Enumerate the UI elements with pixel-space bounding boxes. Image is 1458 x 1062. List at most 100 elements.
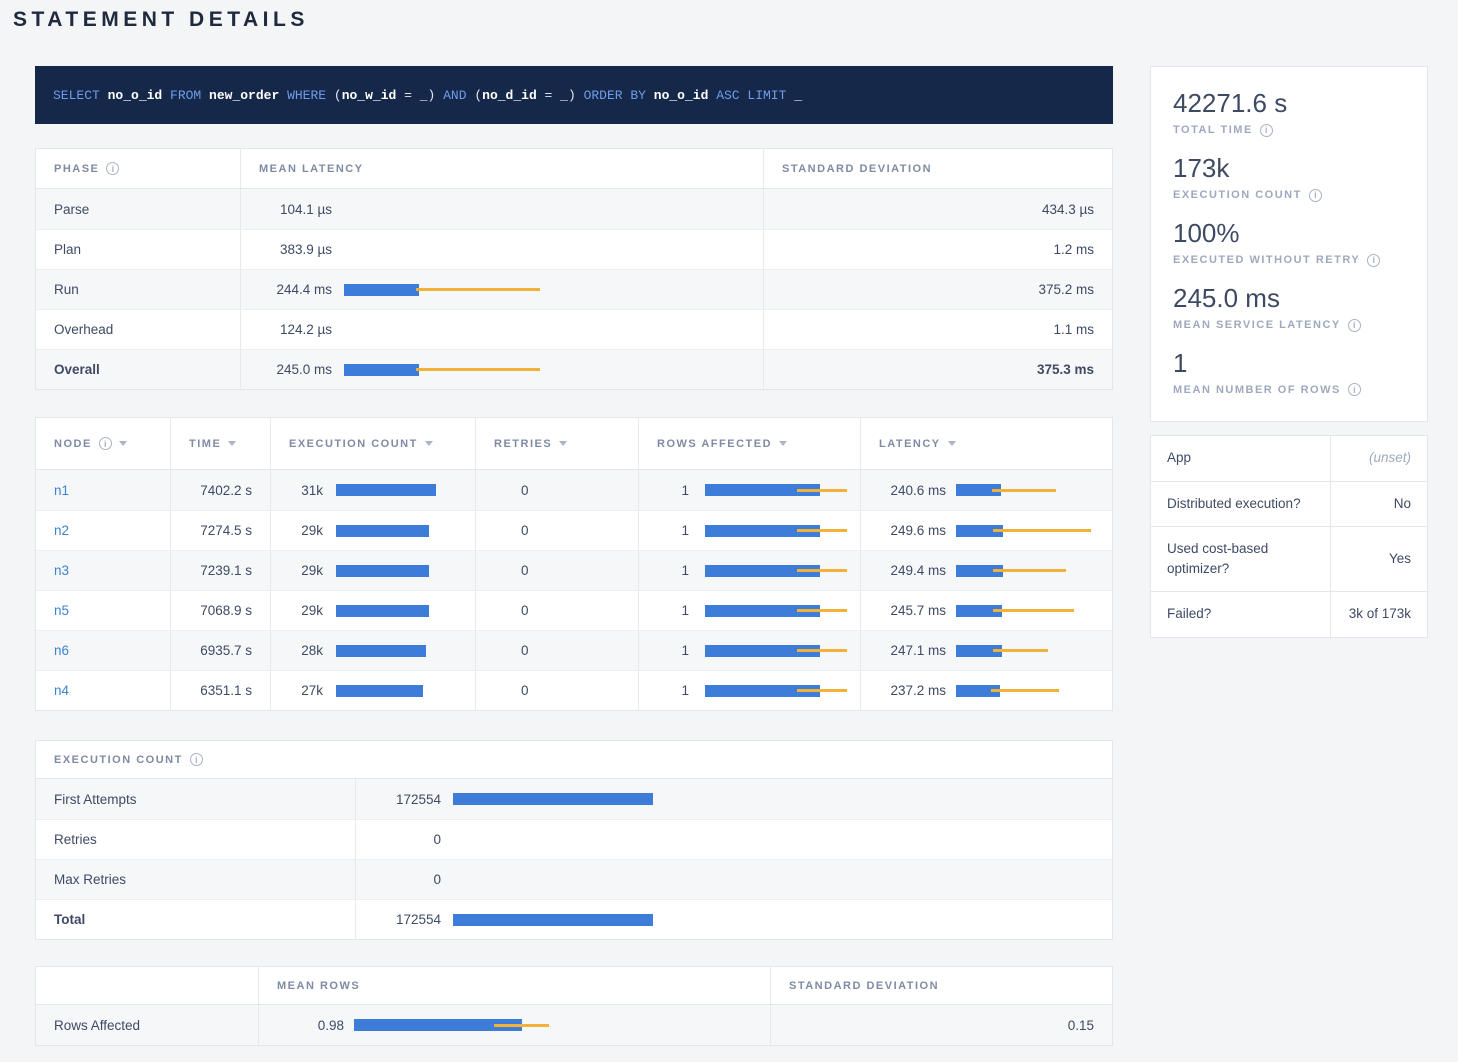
- time-column-header[interactable]: TIME: [171, 418, 271, 469]
- stddev-whisker: [993, 569, 1066, 572]
- latency-column-header[interactable]: LATENCY: [861, 418, 1112, 469]
- rows-affected-value: 1: [639, 483, 689, 498]
- std-deviation-value: 0.15: [771, 1005, 1112, 1045]
- node-link[interactable]: n1: [54, 483, 69, 498]
- latency-bar: [956, 685, 1094, 697]
- latency-bar: [956, 484, 1094, 496]
- sql-identifier: no_d_id: [482, 88, 537, 103]
- page-title: STATEMENT DETAILS: [13, 8, 309, 32]
- stddev-whisker: [993, 649, 1048, 652]
- std-header-label: STANDARD DEVIATION: [782, 163, 932, 175]
- info-icon[interactable]: i: [1367, 254, 1380, 267]
- stddev-whisker: [416, 368, 540, 371]
- std-deviation-value: 375.3 ms: [764, 350, 1112, 389]
- stat-mean-number-of-rows: 1 MEAN NUMBER OF ROWSi: [1173, 349, 1405, 397]
- sql-keyword: ASC LIMIT: [716, 88, 794, 103]
- node-row: n1 7402.2 s 31k 0 1 240.6 ms: [36, 470, 1112, 510]
- latency-bar: [956, 605, 1094, 617]
- std-deviation-value: 1.2 ms: [764, 230, 1112, 269]
- phase-name: Plan: [36, 230, 241, 269]
- node-link[interactable]: n5: [54, 603, 69, 618]
- node-column-header[interactable]: NODEi: [36, 418, 171, 469]
- stat-label: EXECUTION COUNT: [1173, 189, 1302, 201]
- stddev-whisker: [993, 529, 1091, 532]
- mean-bar: [336, 484, 436, 496]
- info-icon[interactable]: i: [1309, 189, 1322, 202]
- sql-keyword: SELECT: [53, 88, 108, 103]
- row-label: Rows Affected: [36, 1005, 259, 1045]
- stat-label: TOTAL TIME: [1173, 124, 1253, 136]
- execution-count-value: 29k: [271, 603, 323, 618]
- execution-count-row: First Attempts 172554: [36, 779, 1112, 819]
- stddev-whisker: [797, 489, 847, 492]
- execution-count-row: Retries 0: [36, 819, 1112, 859]
- row-label: Retries: [36, 820, 356, 859]
- info-icon[interactable]: i: [190, 753, 203, 766]
- sql-punctuation: = _): [396, 88, 443, 103]
- sql-keyword: AND: [443, 88, 474, 103]
- detail-value: No: [1331, 482, 1427, 526]
- phase-name: Overall: [36, 350, 241, 389]
- stddev-whisker: [797, 649, 847, 652]
- mean-rows-header-label: MEAN ROWS: [277, 980, 360, 992]
- retries-header-label: RETRIES: [494, 438, 552, 450]
- sql-identifier: new_order: [209, 88, 287, 103]
- row-label: First Attempts: [36, 779, 356, 819]
- mean-rows-column-header: MEAN ROWS: [259, 967, 771, 1004]
- node-link[interactable]: n6: [54, 643, 69, 658]
- execution-count-header-label: EXECUTION COUNT: [289, 438, 418, 450]
- stddev-whisker: [797, 569, 847, 572]
- node-link[interactable]: n3: [54, 563, 69, 578]
- phase-row-overhead: Overhead 124.2 µs 1.1 ms: [36, 309, 1112, 349]
- node-row: n4 6351.1 s 27k 0 1 237.2 ms: [36, 670, 1112, 710]
- sql-identifier: no_o_id: [654, 88, 716, 103]
- rows-affected-column-header[interactable]: ROWS AFFECTED: [639, 418, 861, 469]
- summary-sidebar: 42271.6 s TOTAL TIMEi 173k EXECUTION COU…: [1150, 66, 1428, 638]
- sort-desc-icon: [228, 441, 236, 446]
- mean-latency-value: 383.9 µs: [241, 242, 332, 257]
- retries-value: 0: [476, 551, 639, 590]
- stat-value: 1: [1173, 349, 1405, 379]
- rows-affected-bar: [705, 525, 842, 537]
- stat-mean-service-latency: 245.0 ms MEAN SERVICE LATENCY i: [1173, 284, 1405, 332]
- info-icon[interactable]: i: [1348, 319, 1361, 332]
- mean-rows-bar: [354, 1019, 752, 1031]
- rows-affected-bar: [705, 484, 842, 496]
- stat-execution-count: 173k EXECUTION COUNT i: [1173, 154, 1405, 202]
- info-icon[interactable]: i: [1348, 383, 1361, 396]
- rows-affected-bar: [705, 685, 842, 697]
- std-deviation-value: 375.2 ms: [764, 270, 1112, 309]
- summary-stats-card: 42271.6 s TOTAL TIMEi 173k EXECUTION COU…: [1150, 66, 1428, 422]
- time-value: 7239.1 s: [171, 551, 271, 590]
- node-row: n2 7274.5 s 29k 0 1 249.6 ms: [36, 510, 1112, 550]
- execution-count-title: EXECUTION COUNT: [54, 754, 183, 766]
- std-deviation-column-header: STANDARD DEVIATION: [764, 149, 1112, 188]
- rows-affected-header-label: ROWS AFFECTED: [657, 438, 772, 450]
- mean-bar: [336, 645, 426, 657]
- execution-count-bar: [336, 645, 457, 657]
- time-value: 6935.7 s: [171, 631, 271, 670]
- execution-count-table: EXECUTION COUNT i First Attempts 172554 R…: [35, 740, 1113, 940]
- info-icon[interactable]: i: [99, 437, 112, 450]
- stat-label: MEAN SERVICE LATENCY: [1173, 319, 1341, 331]
- stddev-whisker: [416, 288, 540, 291]
- retries-column-header[interactable]: RETRIES: [476, 418, 639, 469]
- execution-count-column-header[interactable]: EXECUTION COUNT: [271, 418, 476, 469]
- execution-count-value: 29k: [271, 523, 323, 538]
- mean-bar: [336, 605, 429, 617]
- detail-value: (unset): [1331, 436, 1427, 480]
- info-icon[interactable]: i: [106, 162, 119, 175]
- info-icon[interactable]: i: [1260, 124, 1273, 137]
- mean-bar: [453, 793, 653, 805]
- execution-count-row: Total 172554: [36, 899, 1112, 939]
- mean-bar: [344, 364, 419, 376]
- execution-count-value: 28k: [271, 643, 323, 658]
- rows-affected-table: MEAN ROWS STANDARD DEVIATION Rows Affect…: [35, 966, 1113, 1046]
- node-link[interactable]: n2: [54, 523, 69, 538]
- stddev-whisker: [993, 609, 1074, 612]
- detail-label: Failed?: [1151, 592, 1331, 636]
- stat-value: 173k: [1173, 154, 1405, 184]
- latency-bar: [344, 284, 745, 296]
- node-link[interactable]: n4: [54, 683, 69, 698]
- stat-value: 245.0 ms: [1173, 284, 1405, 314]
